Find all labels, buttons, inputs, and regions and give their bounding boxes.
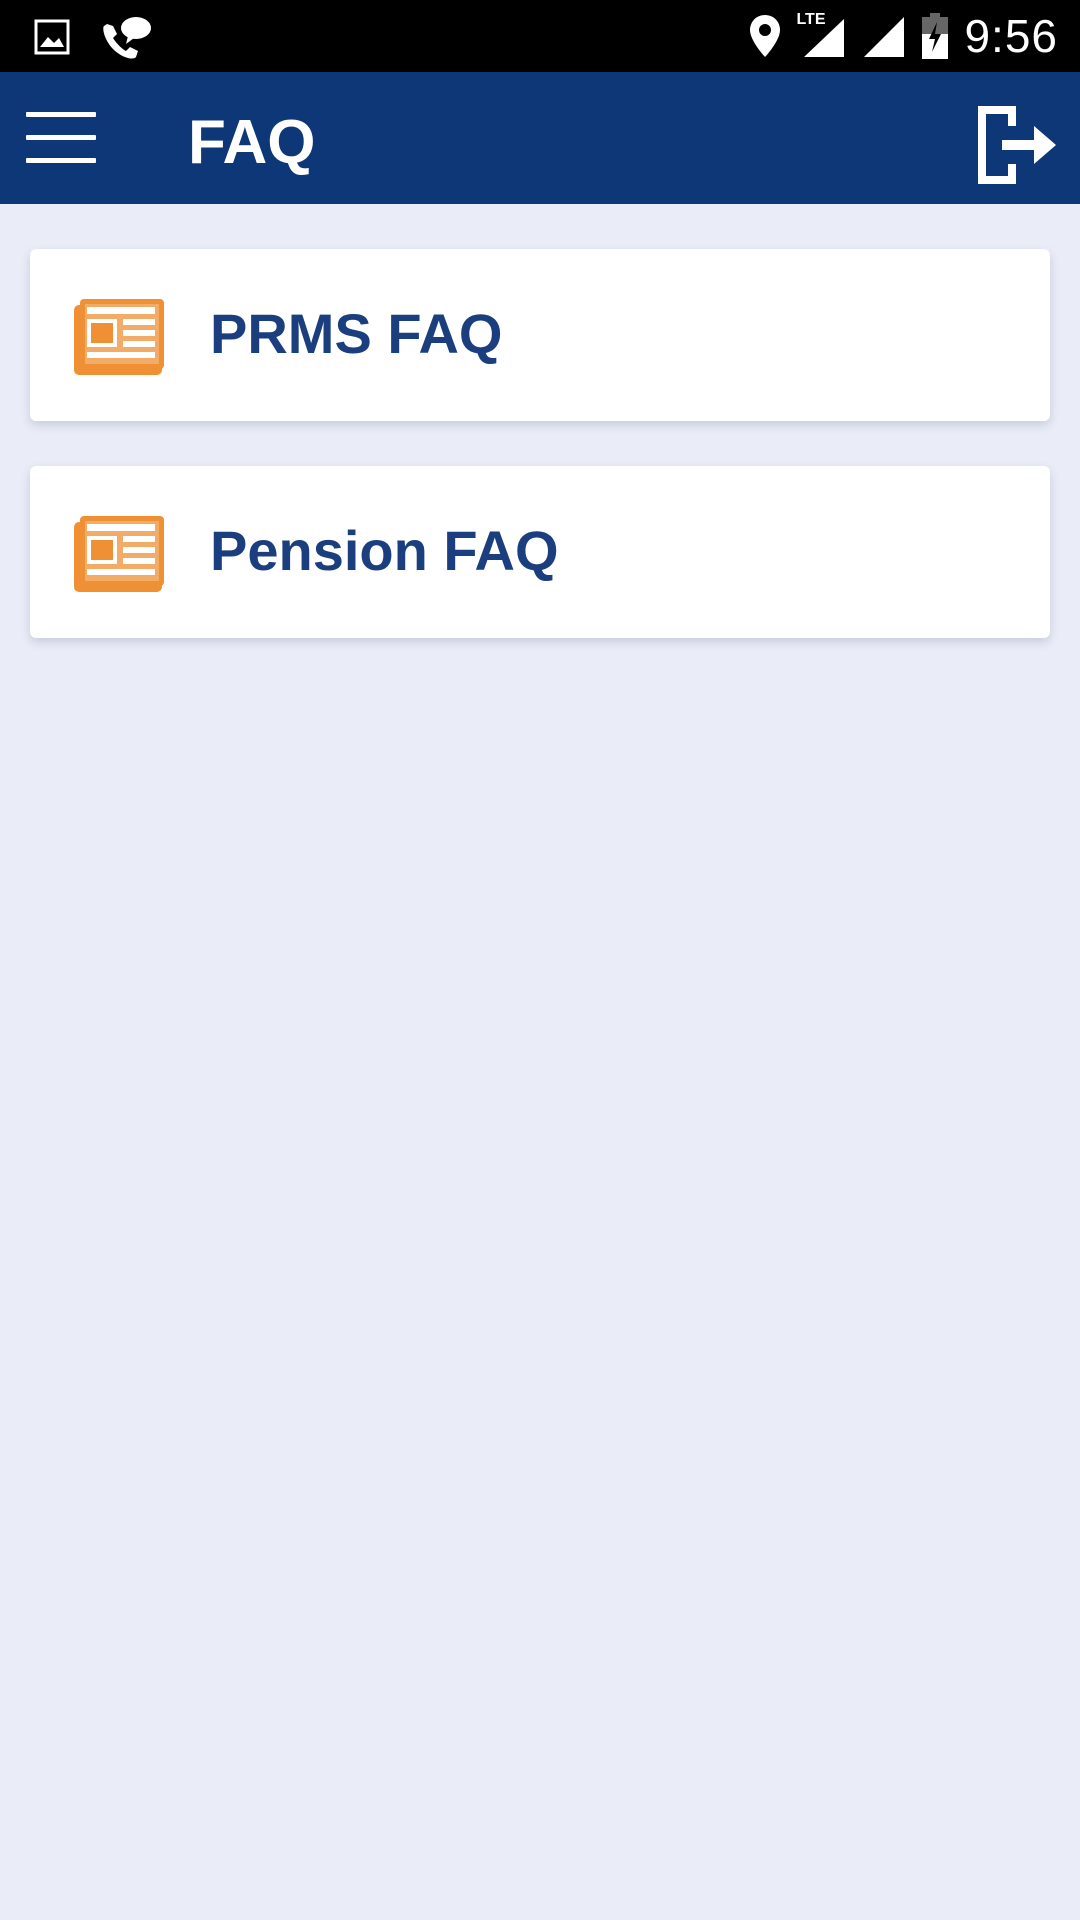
lte-signal-icon: LTE bbox=[796, 11, 846, 59]
status-bar: LTE 9:56 bbox=[0, 0, 1080, 72]
hamburger-menu-icon bbox=[26, 112, 100, 163]
status-time: 9:56 bbox=[964, 10, 1058, 62]
faq-item-label: Pension FAQ bbox=[210, 519, 559, 582]
phone-chat-icon bbox=[103, 17, 151, 59]
app-bar: FAQ bbox=[0, 72, 1080, 204]
location-icon bbox=[750, 15, 781, 57]
signal-icon bbox=[864, 17, 905, 57]
document-icon bbox=[74, 516, 164, 592]
document-icon bbox=[74, 299, 164, 375]
faq-item-label: PRMS FAQ bbox=[210, 302, 503, 365]
menu-button[interactable] bbox=[26, 112, 100, 166]
faq-item-prms[interactable]: PRMS FAQ bbox=[30, 249, 1050, 421]
gallery-icon bbox=[34, 19, 70, 55]
page-title: FAQ bbox=[188, 108, 316, 177]
faq-item-pension[interactable]: Pension FAQ bbox=[30, 466, 1050, 638]
logout-button[interactable] bbox=[972, 102, 1058, 188]
logout-icon bbox=[978, 106, 1056, 184]
battery-charging-icon bbox=[922, 13, 949, 59]
